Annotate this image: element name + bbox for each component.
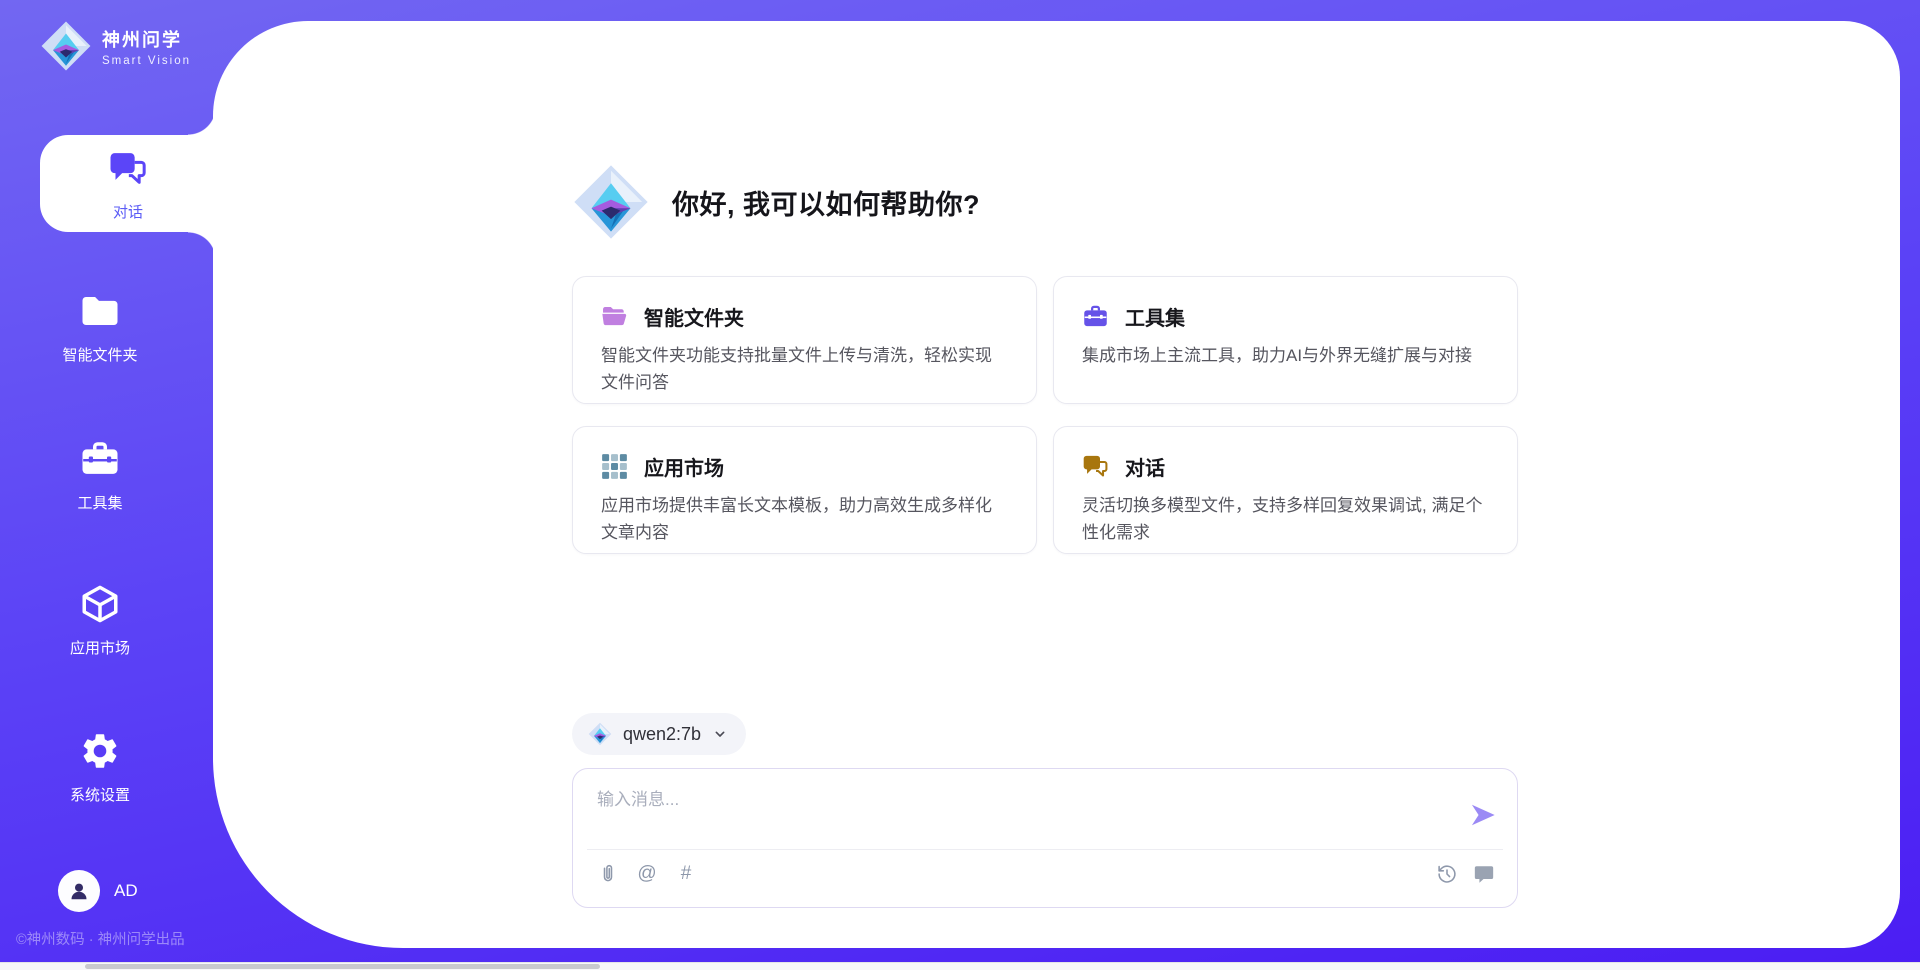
briefcase-icon: [79, 438, 121, 480]
sidebar-item-app-market[interactable]: 应用市场: [0, 583, 200, 658]
account-button[interactable]: AD: [58, 870, 138, 912]
sidebar-item-label: 对话: [40, 201, 216, 222]
sidebar: 神州问学 Smart Vision 对话 智能文件夹 工具集 应用市场 系统设置: [0, 0, 215, 970]
model-selector[interactable]: qwen2:7b: [572, 713, 746, 755]
sidebar-item-label: 智能文件夹: [0, 344, 200, 365]
sidebar-item-toolset[interactable]: 工具集: [0, 438, 200, 513]
paperclip-icon: [597, 863, 619, 885]
main-panel: 你好, 我可以如何帮助你? 智能文件夹 智能文件夹功能支持批量文件上传与清洗，轻…: [213, 21, 1900, 948]
hash-icon: #: [681, 863, 692, 885]
topic-button[interactable]: #: [675, 863, 697, 885]
card-description: 应用市场提供丰富长文本模板，助力高效生成多样化文章内容: [601, 492, 1006, 546]
card-title: 智能文件夹: [644, 302, 744, 331]
grid-icon: [601, 453, 628, 480]
folder-open-icon: [601, 303, 628, 330]
sidebar-item-label: 工具集: [0, 492, 200, 513]
gear-icon: [79, 730, 121, 772]
app-logo: 神州问学 Smart Vision: [40, 20, 191, 72]
at-icon: @: [637, 863, 656, 885]
avatar: [58, 870, 100, 912]
card-description: 集成市场上主流工具，助力AI与外界无缝扩展与对接: [1082, 342, 1487, 369]
new-chat-button[interactable]: [1473, 863, 1495, 885]
send-button[interactable]: [1469, 801, 1497, 829]
sidebar-item-label: 应用市场: [0, 637, 200, 658]
briefcase-icon: [1082, 303, 1109, 330]
chevron-down-icon: [712, 726, 728, 742]
card-description: 智能文件夹功能支持批量文件上传与清洗，轻松实现文件问答: [601, 342, 1006, 396]
card-smart-folder[interactable]: 智能文件夹 智能文件夹功能支持批量文件上传与清洗，轻松实现文件问答: [572, 276, 1037, 404]
attach-file-button[interactable]: [597, 863, 619, 885]
mention-button[interactable]: @: [636, 863, 658, 885]
composer-divider: [587, 849, 1503, 850]
sidebar-item-chat[interactable]: 对话: [40, 135, 216, 232]
model-name: qwen2:7b: [623, 724, 701, 745]
account-initials: AD: [114, 881, 138, 901]
card-title: 对话: [1125, 452, 1165, 481]
model-logo-icon: [588, 722, 612, 746]
chat-icon: [108, 149, 148, 189]
chat-icon: [1082, 453, 1109, 480]
brand-diamond-icon: [40, 20, 92, 72]
brand-diamond-icon: [572, 163, 650, 241]
message-icon: [1473, 863, 1495, 885]
card-chat[interactable]: 对话 灵活切换多模型文件，支持多样回复效果调试, 满足个性化需求: [1053, 426, 1518, 554]
card-title: 应用市场: [644, 452, 724, 481]
sidebar-item-smart-folder[interactable]: 智能文件夹: [0, 290, 200, 365]
folder-icon: [79, 290, 121, 332]
greeting-title: 你好, 我可以如何帮助你?: [672, 183, 980, 222]
message-composer: @ #: [572, 768, 1518, 908]
send-icon: [1469, 801, 1497, 829]
horizontal-scrollbar[interactable]: [0, 962, 1920, 970]
horizontal-scrollbar-thumb[interactable]: [85, 964, 600, 969]
cube-icon: [79, 583, 121, 625]
app-subtitle: Smart Vision: [102, 55, 191, 67]
card-title: 工具集: [1125, 302, 1185, 331]
history-button[interactable]: [1436, 863, 1458, 885]
card-app-market[interactable]: 应用市场 应用市场提供丰富长文本模板，助力高效生成多样化文章内容: [572, 426, 1037, 554]
card-toolset[interactable]: 工具集 集成市场上主流工具，助力AI与外界无缝扩展与对接: [1053, 276, 1518, 404]
person-icon: [67, 879, 91, 903]
message-input[interactable]: [597, 785, 1427, 841]
card-description: 灵活切换多模型文件，支持多样回复效果调试, 满足个性化需求: [1082, 492, 1487, 546]
sidebar-item-label: 系统设置: [0, 784, 200, 805]
app-name: 神州问学: [102, 26, 191, 52]
sidebar-item-settings[interactable]: 系统设置: [0, 730, 200, 805]
copyright-text: ©神州数码 · 神州问学出品: [16, 928, 185, 949]
history-icon: [1436, 863, 1458, 885]
greeting-block: 你好, 我可以如何帮助你?: [572, 163, 980, 241]
